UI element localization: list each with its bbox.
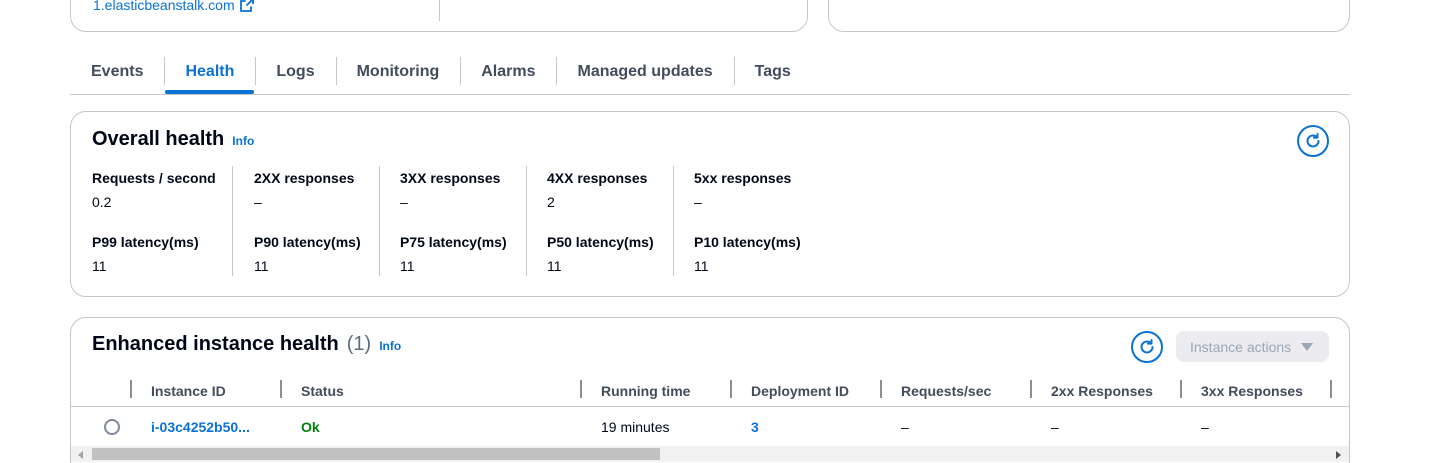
environment-domain-text: 1.elasticbeanstalk.com [93,0,235,13]
enhanced-health-refresh-button[interactable] [1131,331,1163,363]
refresh-icon [1306,133,1320,148]
deployment-id-cell: 3 [751,408,759,446]
metric-label: 5xx responses [694,170,792,186]
column-header-3xx-responses[interactable]: 3xx Responses [1201,374,1303,407]
column-divider[interactable] [730,380,732,398]
environment-tabs: Events Health Logs Monitoring Alarms Man… [70,52,1350,95]
column-divider[interactable] [1030,380,1032,398]
row-select-cell [104,408,120,446]
column-divider[interactable] [1330,380,1332,398]
column-divider[interactable] [580,380,582,398]
metric-value: – [694,194,702,210]
metric-label: 4XX responses [547,170,648,186]
metric-column-4: 4XX responses 2 P50 latency(ms) 11 [526,166,673,276]
tab-health[interactable]: Health [164,52,255,94]
status-badge: Ok [301,419,320,435]
scrollbar-thumb[interactable] [92,448,660,460]
requests-sec-cell: – [901,419,909,435]
instance-actions-dropdown[interactable]: Instance actions [1176,331,1329,362]
top-card-divider [439,0,440,21]
overall-health-refresh-button[interactable] [1297,125,1329,157]
overall-health-title: Overall health [92,128,225,150]
scroll-left-icon[interactable] [78,451,83,459]
instance-id-cell: i-03c4252b50... [151,408,250,446]
metric-value: – [400,194,408,210]
overall-health-card: Overall health Info Requests / second 0.… [70,111,1350,297]
tab-logs[interactable]: Logs [255,52,335,92]
deployment-id-link[interactable]: 3 [751,419,759,435]
column-header-running-time[interactable]: Running time [601,374,690,407]
table-row: i-03c4252b50... Ok 19 minutes 3 – – – [71,408,1349,446]
metric-column-2: 2XX responses – P90 latency(ms) 11 [232,166,379,276]
metric-value: 0.2 [92,194,112,210]
column-divider[interactable] [280,380,282,398]
metric-4xx-responses: 4XX responses 2 [547,170,647,210]
refresh-icon [1140,339,1154,354]
metric-column-3: 3XX responses – P75 latency(ms) 11 [379,166,526,276]
environment-domain-link[interactable]: 1.elasticbeanstalk.com [93,0,254,13]
tab-tags[interactable]: Tags [733,52,812,92]
caret-down-icon [1301,342,1314,351]
metric-p99-latency: P99 latency(ms) 11 [92,234,199,274]
column-header-status[interactable]: Status [301,374,344,407]
metric-label: P10 latency(ms) [694,234,801,250]
column-header-deployment-id[interactable]: Deployment ID [751,374,849,407]
tab-managed-updates[interactable]: Managed updates [556,52,733,92]
column-header-instance-id[interactable]: Instance ID [151,374,226,407]
overall-health-info-link[interactable]: Info [232,134,254,148]
external-link-icon [239,0,254,12]
responses-2xx-cell: – [1051,419,1059,435]
scroll-right-icon[interactable] [1336,451,1341,459]
metric-value: 11 [254,258,269,274]
metric-p75-latency: P75 latency(ms) 11 [400,234,507,274]
metric-label: Requests / second [92,170,216,186]
overall-health-metrics: Requests / second 0.2 P99 latency(ms) 11… [71,166,831,276]
enhanced-instance-health-card: Enhanced instance health (1) Info Instan… [70,317,1350,463]
metric-value: 11 [92,258,107,274]
metric-label: P99 latency(ms) [92,234,199,250]
metric-label: P90 latency(ms) [254,234,361,250]
enhanced-health-header: Enhanced instance health (1) Info [92,333,401,356]
environment-summary-card: 1.elasticbeanstalk.com [70,0,808,32]
instance-table-header: Instance ID Status Running time Deployme… [71,374,1349,407]
overall-health-header: Overall health Info [92,128,254,151]
metric-label: 3XX responses [400,170,501,186]
metric-requests-per-second: Requests / second 0.2 [92,170,216,210]
metric-p90-latency: P90 latency(ms) 11 [254,234,361,274]
metric-column-5: 5xx responses – P10 latency(ms) 11 [673,166,823,276]
row-select-radio[interactable] [104,419,120,435]
metric-p10-latency: P10 latency(ms) 11 [694,234,801,274]
metric-3xx-responses: 3XX responses – [400,170,500,210]
status-cell: Ok [301,408,320,446]
metric-value: 11 [400,258,415,274]
enhanced-health-info-link[interactable]: Info [379,339,401,353]
metric-label: P50 latency(ms) [547,234,654,250]
tab-alarms[interactable]: Alarms [460,52,556,92]
column-divider[interactable] [130,380,132,398]
metric-label: 2XX responses [254,170,355,186]
metric-value: 11 [694,258,709,274]
metric-value: 2 [547,194,555,210]
horizontal-scrollbar[interactable] [71,446,1349,462]
tab-events[interactable]: Events [70,52,164,92]
metric-value: – [254,194,262,210]
column-divider[interactable] [880,380,882,398]
metric-2xx-responses: 2XX responses – [254,170,354,210]
column-header-requests-sec[interactable]: Requests/sec [901,374,991,407]
platform-summary-card [828,0,1350,32]
instance-actions-label: Instance actions [1190,338,1292,355]
column-header-2xx-responses[interactable]: 2xx Responses [1051,374,1153,407]
metric-label: P75 latency(ms) [400,234,507,250]
metric-p50-latency: P50 latency(ms) 11 [547,234,654,274]
metric-column-1: Requests / second 0.2 P99 latency(ms) 11 [92,166,232,276]
column-divider[interactable] [1180,380,1182,398]
instance-count: (1) [346,333,372,355]
running-time-cell: 19 minutes [601,419,670,435]
metric-value: 11 [547,258,562,274]
responses-3xx-cell: – [1201,419,1209,435]
metric-5xx-responses: 5xx responses – [694,170,791,210]
instance-id-link[interactable]: i-03c4252b50... [151,419,250,435]
enhanced-health-title: Enhanced instance health [92,333,339,355]
tab-monitoring[interactable]: Monitoring [335,52,461,92]
